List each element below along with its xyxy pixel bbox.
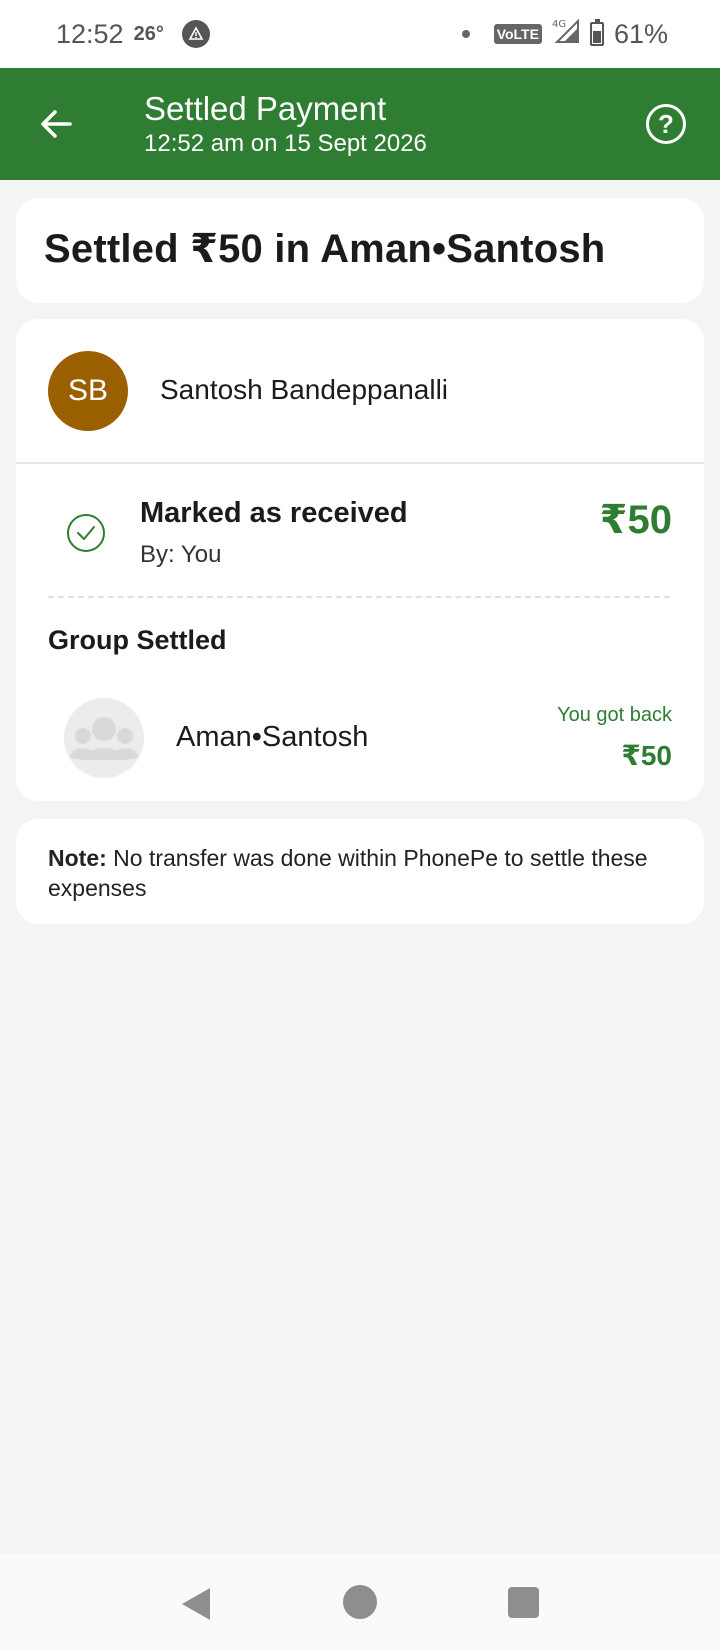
check-circle-icon [67, 514, 105, 552]
system-nav-bar [0, 1554, 720, 1650]
signal-icon: 4G [552, 18, 580, 51]
settlement-detail-card: SB Santosh Bandeppanalli Marked as recei… [16, 319, 704, 801]
group-name: Aman•Santosh [176, 721, 369, 753]
battery-icon [589, 19, 604, 46]
app-bar: Settled Payment 12:52 am on 15 Sept 2026… [0, 68, 720, 180]
note-card: Note: No transfer was done within PhoneP… [16, 819, 704, 924]
dashed-divider [48, 596, 670, 598]
person-name: Santosh Bandeppanalli [160, 374, 449, 405]
marked-by-label: By: You [140, 541, 222, 568]
nav-home-icon[interactable] [343, 1585, 377, 1619]
page-subtitle: 12:52 am on 15 Sept 2026 [144, 130, 427, 157]
status-time: 12:52 [56, 18, 124, 49]
got-back-amount: ₹50 [621, 740, 672, 771]
help-button[interactable]: ? [646, 104, 686, 144]
got-back-label: You got back [557, 704, 672, 726]
status-left: 12:52 26° [56, 19, 210, 50]
note-label: Note: [48, 845, 107, 871]
avatar: SB [48, 351, 128, 431]
nav-recents-icon[interactable] [508, 1587, 539, 1618]
settled-amount: ₹50 [599, 498, 672, 542]
divider [16, 462, 704, 464]
battery-level: 61% [613, 18, 668, 49]
back-button[interactable] [32, 100, 80, 148]
arrow-left-icon [41, 110, 72, 138]
status-right: VoLTE 4G 61% [461, 18, 668, 51]
note-body: No transfer was done within PhonePe to s… [48, 845, 648, 901]
status-label: Marked as received [140, 497, 408, 529]
status-bar: 12:52 26° VoLTE 4G 61% [0, 0, 720, 68]
help-circle-icon: ? [658, 108, 674, 139]
notification-dot-icon [461, 30, 470, 38]
group-avatar-icon [64, 698, 144, 778]
alert-icon [181, 20, 210, 48]
nav-back-icon[interactable] [180, 1586, 212, 1622]
group-settled-heading: Group Settled [48, 625, 227, 655]
settlement-title: Settled ₹50 in Aman•Santosh [44, 227, 606, 271]
note-text: Note: No transfer was done within PhoneP… [48, 843, 664, 903]
volte-badge: VoLTE [493, 24, 542, 44]
status-temperature: 26° [133, 22, 164, 45]
network-type: 4G [552, 19, 566, 30]
summary-card: Settled ₹50 in Aman•Santosh [16, 198, 704, 303]
page-title: Settled Payment [144, 90, 387, 127]
